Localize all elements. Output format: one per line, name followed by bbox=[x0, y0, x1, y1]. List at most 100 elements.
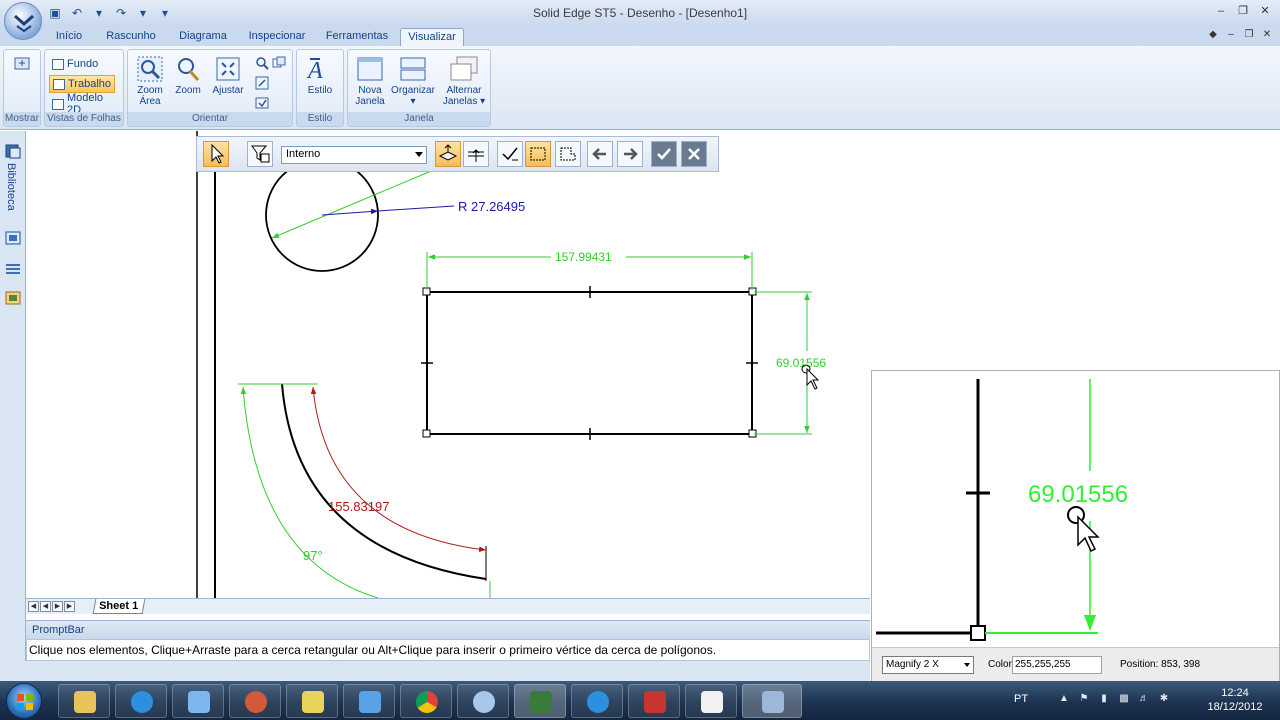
estilo-button[interactable]: A Estilo bbox=[304, 55, 336, 96]
fundo-button[interactable]: Fundo bbox=[49, 55, 101, 73]
select-all-button[interactable] bbox=[497, 141, 523, 167]
ajustar-button[interactable]: Ajustar bbox=[210, 55, 246, 96]
nova-janela-button[interactable]: Nova Janela bbox=[352, 55, 388, 107]
view-copy-icon bbox=[272, 56, 286, 68]
status-area bbox=[0, 661, 870, 681]
previous-sheet-icon[interactable]: ◀ bbox=[40, 601, 51, 612]
last-sheet-icon[interactable]: ▶ bbox=[64, 601, 75, 612]
fit-icon bbox=[216, 57, 240, 81]
zoom-button[interactable]: Zoom bbox=[172, 55, 204, 96]
previous-view-button[interactable] bbox=[252, 94, 272, 112]
tab-inicio[interactable]: Início bbox=[50, 28, 88, 46]
taskbar-explorer[interactable] bbox=[58, 684, 110, 718]
select-filter-button[interactable] bbox=[247, 141, 273, 167]
language-indicator[interactable]: PT bbox=[1014, 693, 1028, 705]
fence-inside-button[interactable] bbox=[525, 141, 551, 167]
arc-length-dimension[interactable]: 155.83197 bbox=[328, 499, 389, 514]
doc-minimize-icon[interactable]: – bbox=[1224, 28, 1238, 42]
network-icon[interactable]: ▲ bbox=[1058, 693, 1070, 705]
security-icon[interactable]: ✱ bbox=[1158, 693, 1170, 705]
tab-ferramentas[interactable]: Ferramentas bbox=[322, 28, 392, 46]
signal-icon[interactable]: ▩ bbox=[1118, 693, 1130, 705]
previous-button[interactable] bbox=[587, 141, 613, 167]
group-label: Mostrar bbox=[4, 112, 40, 126]
taskbar-app-paint[interactable] bbox=[229, 684, 281, 718]
tab-rascunho[interactable]: Rascunho bbox=[102, 28, 160, 46]
first-sheet-icon[interactable]: ◀ bbox=[28, 601, 39, 612]
zoom-in-button[interactable] bbox=[252, 54, 289, 72]
next-sheet-icon[interactable]: ▶ bbox=[52, 601, 63, 612]
taskbar-document[interactable] bbox=[685, 684, 737, 718]
volume-icon[interactable]: ♬ bbox=[1138, 693, 1150, 705]
close-icon[interactable]: ✕ bbox=[1256, 3, 1274, 19]
drawing-canvas[interactable]: R 27.26495 157.99431 69.01556 155.83197 … bbox=[26, 131, 870, 598]
sheet-icon bbox=[53, 78, 65, 90]
color-rgb-value: 255,255,255 bbox=[1012, 656, 1102, 674]
cancel-button[interactable] bbox=[681, 141, 707, 167]
group-janela: Nova Janela Organizar ▾ Alternar Janelas… bbox=[347, 49, 491, 127]
dropdown-icon bbox=[415, 152, 423, 157]
biblioteca-tab[interactable]: Biblioteca bbox=[5, 163, 17, 211]
height-dimension[interactable]: 69.01556 bbox=[776, 356, 826, 370]
sheet-tab-active[interactable]: Sheet 1 bbox=[92, 599, 146, 614]
zoom-area-icon bbox=[137, 56, 163, 82]
restore-icon[interactable]: ❐ bbox=[1234, 3, 1252, 19]
layers-icon[interactable] bbox=[4, 229, 22, 247]
next-button[interactable] bbox=[617, 141, 643, 167]
add-to-layer-button[interactable] bbox=[435, 141, 461, 167]
tab-inspecionar[interactable]: Inspecionar bbox=[244, 28, 310, 46]
flag-icon[interactable]: ⚑ bbox=[1078, 693, 1090, 705]
width-dimension[interactable]: 157.99431 bbox=[555, 250, 612, 264]
taskbar-solid-edge-draft[interactable] bbox=[742, 684, 802, 718]
organizar-button[interactable]: Organizar ▾ bbox=[390, 55, 436, 107]
taskbar-chrome[interactable] bbox=[400, 684, 452, 718]
zoom-area-button[interactable]: Zoom Área bbox=[133, 55, 167, 107]
application-button[interactable] bbox=[4, 2, 42, 40]
trabalho-button[interactable]: Trabalho bbox=[49, 75, 116, 93]
select-all-icon bbox=[502, 147, 518, 161]
pan-button[interactable] bbox=[252, 74, 272, 92]
taskbar-dropbox[interactable] bbox=[172, 684, 224, 718]
sheet-tab-label: Sheet 1 bbox=[99, 600, 139, 612]
alternar-janelas-button[interactable]: Alternar Janelas ▾ bbox=[442, 55, 486, 107]
properties-icon[interactable] bbox=[4, 289, 22, 307]
doc-close-icon[interactable]: ✕ bbox=[1260, 28, 1274, 42]
magnify-level-select[interactable]: Magnify 2 X bbox=[882, 656, 974, 674]
select-tool-button[interactable] bbox=[203, 141, 229, 167]
taskbar-camtasia[interactable] bbox=[514, 684, 566, 718]
taskbar-app-plane[interactable] bbox=[343, 684, 395, 718]
rectangle-geometry[interactable] bbox=[426, 291, 753, 435]
library-icon[interactable] bbox=[4, 143, 22, 159]
minimize-icon[interactable]: – bbox=[1212, 3, 1230, 19]
taskbar-internet-explorer-2[interactable] bbox=[571, 684, 623, 718]
taskbar-search[interactable] bbox=[457, 684, 509, 718]
fence-overlap-button[interactable] bbox=[555, 141, 581, 167]
start-button[interactable] bbox=[6, 683, 42, 719]
estilo-label: Estilo bbox=[307, 85, 333, 96]
group-label: Orientar bbox=[128, 112, 292, 126]
taskbar-internet-explorer[interactable] bbox=[115, 684, 167, 718]
help-icon[interactable]: ◆ bbox=[1206, 28, 1220, 42]
sheet-layers-icon[interactable] bbox=[4, 259, 22, 277]
system-clock[interactable]: 12:24 18/12/2012 bbox=[1200, 686, 1270, 714]
taskbar-solid-edge[interactable] bbox=[628, 684, 680, 718]
rectangle-handles[interactable] bbox=[422, 287, 757, 438]
angle-dimension[interactable]: 97° bbox=[303, 548, 323, 563]
pointer-icon bbox=[211, 143, 225, 164]
nova-janela-label-2: Janela bbox=[355, 96, 385, 107]
tab-diagrama[interactable]: Diagrama bbox=[174, 28, 232, 46]
zoom-area-label-2: Área bbox=[139, 96, 161, 107]
battery-icon[interactable]: ▮ bbox=[1098, 693, 1110, 705]
tab-visualizar[interactable]: Visualizar bbox=[400, 28, 464, 46]
accept-button[interactable] bbox=[651, 141, 677, 167]
mostrar-button[interactable] bbox=[11, 55, 35, 75]
layer-combo[interactable]: Interno bbox=[281, 146, 427, 164]
radius-dimension[interactable]: R 27.26495 bbox=[458, 199, 525, 214]
radius-leader bbox=[377, 205, 455, 212]
angle-dim-line bbox=[240, 386, 379, 598]
doc-restore-icon[interactable]: ❐ bbox=[1242, 28, 1256, 42]
move-to-layer-button[interactable] bbox=[463, 141, 489, 167]
taskbar-app-lightning[interactable] bbox=[286, 684, 338, 718]
window-title: Solid Edge ST5 - Desenho - [Desenho1] bbox=[532, 6, 748, 20]
modelo-2d-button[interactable]: Modelo 2D bbox=[49, 92, 123, 116]
